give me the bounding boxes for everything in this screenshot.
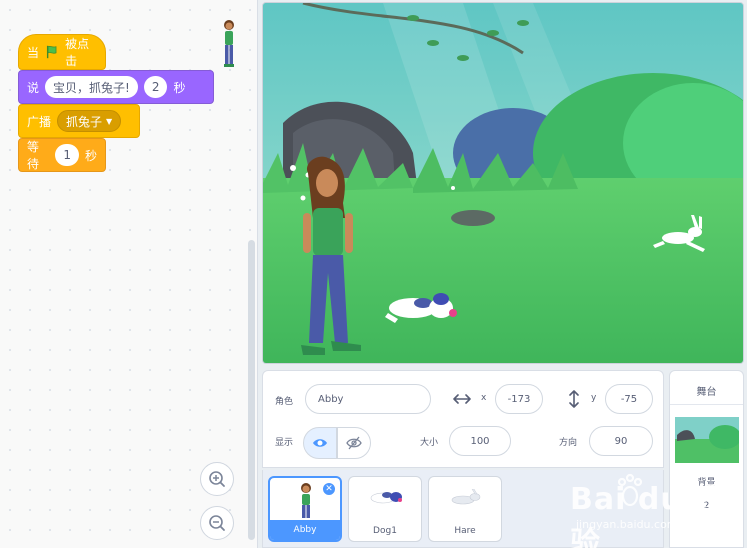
abby-thumbnail [301, 483, 311, 518]
x-position-input[interactable]: -173 [495, 384, 543, 414]
dog1-thumbnail [370, 492, 402, 504]
stage-selector[interactable]: 舞台 背景 2 [669, 370, 744, 548]
code-scrollbar[interactable] [248, 240, 255, 540]
vertical-arrows-icon [569, 390, 579, 408]
horizontal-arrows-icon [453, 394, 471, 404]
broadcast-label: 广播 [27, 114, 52, 129]
broadcast-block[interactable]: 广播 抓兔子 ▼ [18, 104, 140, 138]
backdrop-label: 背景 [697, 478, 716, 488]
clicked-label: 被点击 [65, 37, 90, 68]
direction-label: 方向 [559, 438, 578, 448]
say-seconds-input[interactable]: 2 [143, 76, 168, 98]
green-flag-icon [46, 45, 57, 59]
sprite-tile-abby[interactable]: ✕ Abby [268, 476, 342, 542]
stage-canvas[interactable] [262, 2, 744, 364]
broadcast-message-value: 抓兔子 [66, 114, 103, 129]
say-unit-label: 秒 [173, 80, 186, 95]
zoom-out-icon [209, 515, 225, 531]
hare-thumbnail [451, 489, 481, 505]
when-label: 当 [27, 45, 40, 60]
close-icon: ✕ [325, 484, 333, 494]
sprite-tile-label: Abby [270, 520, 340, 540]
eye-icon [313, 439, 327, 447]
sprite-name-input[interactable]: Abby [305, 384, 431, 414]
y-position-input[interactable]: -75 [605, 384, 653, 414]
sprite-tile-hare[interactable]: Hare [428, 476, 502, 542]
chevron-down-icon: ▼ [106, 116, 113, 126]
say-message-input[interactable]: 宝贝，抓兔子! [45, 76, 138, 98]
zoom-in-icon [209, 471, 225, 487]
zoom-in-button[interactable] [200, 462, 234, 496]
sprite-tile-label: Hare [454, 526, 476, 536]
broadcast-message-dropdown[interactable]: 抓兔子 ▼ [57, 110, 122, 132]
zoom-out-button[interactable] [200, 506, 234, 540]
say-label: 说 [27, 80, 40, 95]
delete-sprite-button[interactable]: ✕ [322, 482, 336, 496]
code-area[interactable]: 当 被点击 说 宝贝，抓兔子! 2 秒 广播 抓兔子 ▼ 等待 1 秒 [0, 0, 258, 548]
backdrop-count: 2 [703, 501, 710, 511]
size-input[interactable]: 100 [449, 426, 511, 456]
y-label: y [591, 393, 597, 403]
wait-seconds-input[interactable]: 1 [55, 144, 79, 166]
wait-unit-label: 秒 [84, 148, 97, 163]
current-sprite-thumbnail [224, 20, 234, 67]
sprite-list: ✕ Abby Dog1 Hare [262, 470, 664, 548]
sprite-tile-label: Dog1 [373, 526, 397, 536]
forest-backdrop [263, 3, 743, 363]
show-label: 显示 [275, 438, 294, 448]
size-label: 大小 [420, 438, 439, 448]
when-flag-clicked-block[interactable]: 当 被点击 [18, 34, 106, 70]
x-label: x [481, 393, 487, 403]
wait-block[interactable]: 等待 1 秒 [18, 138, 106, 172]
sprite-tile-dog1[interactable]: Dog1 [348, 476, 422, 542]
backdrop-thumbnail [675, 417, 739, 463]
sprite-name-label: 角色 [275, 397, 294, 407]
eye-slash-icon [346, 436, 362, 450]
stage-title: 舞台 [670, 377, 743, 405]
wait-label: 等待 [27, 140, 40, 171]
hide-sprite-toggle[interactable] [337, 427, 371, 459]
say-for-secs-block[interactable]: 说 宝贝，抓兔子! 2 秒 [18, 70, 214, 104]
show-sprite-toggle[interactable] [303, 427, 337, 459]
sprite-info-panel: 角色 Abby x -173 y -75 显示 大小 100 方向 90 [262, 370, 664, 468]
direction-input[interactable]: 90 [589, 426, 653, 456]
